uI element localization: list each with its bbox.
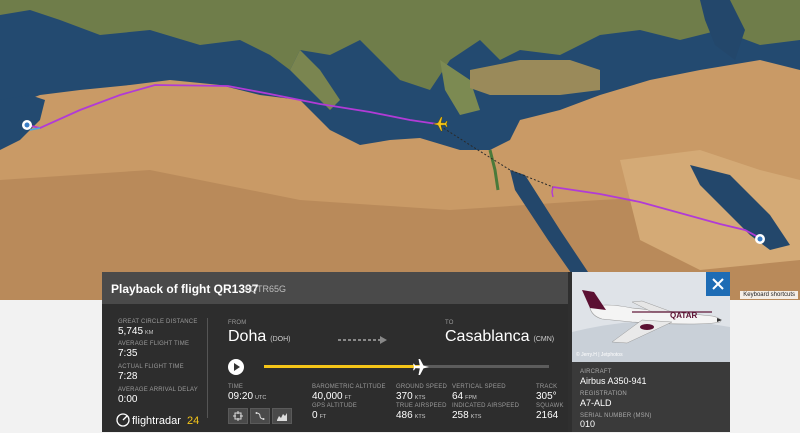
great-circle-value: 5,745 KM	[118, 326, 154, 337]
route-arrow-icon	[338, 336, 387, 344]
playback-panel: Playback of flight QR1397 / QTR65G GREAT…	[102, 272, 730, 432]
true-airspeed-value: 486 KTS	[396, 410, 426, 421]
flight-map[interactable]: Keyboard shortcuts	[0, 0, 800, 300]
playback-timeline[interactable]	[264, 359, 549, 375]
origin-airport-marker[interactable]	[755, 234, 765, 244]
flight-title: Playback of flight QR1397	[111, 282, 259, 296]
logo-text: flightradar	[132, 415, 181, 427]
actual-flight-time-label: ACTUAL FLIGHT TIME	[118, 364, 184, 370]
avg-arrival-delay-value: 0:00	[118, 394, 138, 405]
baro-altitude-label: BAROMETRIC ALTITUDE	[312, 384, 386, 390]
indicated-airspeed-label: INDICATED AIRSPEED	[452, 403, 520, 409]
avg-flight-time-value: 7:35	[118, 348, 138, 359]
squawk-label: SQUAWK	[536, 403, 564, 409]
from-label: FROM	[228, 320, 247, 326]
route-icon	[255, 412, 265, 420]
indicated-airspeed-value: 258 KTS	[452, 410, 482, 421]
baro-altitude-value: 40,000 FT	[312, 391, 352, 402]
close-icon	[712, 278, 724, 290]
panel-body: GREAT CIRCLE DISTANCE 5,745 KM AVERAGE FL…	[102, 304, 568, 432]
time-label: TIME	[228, 384, 244, 390]
squawk-value: 2164	[536, 410, 559, 421]
destination-city[interactable]: Casablanca (CMN)	[445, 328, 554, 346]
panel-header: Playback of flight QR1397 / QTR65G	[102, 272, 568, 304]
logo-number: 24	[187, 415, 199, 427]
ground-speed-value: 370 KTS	[396, 391, 426, 402]
callsign: / QTR65G	[245, 284, 287, 294]
vertical-speed-value: 64 FPM	[452, 391, 477, 402]
gps-altitude-label: GPS ALTITUDE	[312, 403, 357, 409]
aircraft-type-label: AIRCRAFT	[580, 369, 612, 375]
column-divider	[207, 318, 208, 418]
aircraft-type-value: Airbus A350-941	[580, 376, 647, 386]
track-label: TRACK	[536, 384, 558, 390]
playback-progress	[264, 365, 421, 368]
route-toggle-button[interactable]	[250, 408, 270, 424]
to-label: TO	[445, 320, 454, 326]
photo-credit: © Jerry.H | Jetphotos	[576, 352, 623, 358]
registration-value[interactable]: A7-ALD	[580, 398, 612, 408]
gps-altitude-value: 0 FT	[312, 410, 327, 421]
origin-city[interactable]: Doha (DOH)	[228, 328, 290, 346]
actual-flight-time-value: 7:28	[118, 371, 138, 382]
aircraft-panel: QATAR © Jerry.H | Jetphotos AIRCRAFT Air…	[572, 272, 730, 432]
timeline-plane-handle[interactable]	[411, 357, 431, 377]
graph-icon	[277, 413, 287, 421]
altitude-graph-button[interactable]	[272, 408, 292, 424]
avg-flight-time-label: AVERAGE FLIGHT TIME	[118, 341, 190, 347]
ground-speed-label: GROUND SPEED	[396, 384, 448, 390]
keyboard-shortcuts-link[interactable]: Keyboard shortcuts	[740, 291, 798, 299]
true-airspeed-label: TRUE AIRSPEED	[396, 403, 447, 409]
time-value: 09:20 UTC	[228, 391, 267, 402]
close-button[interactable]	[706, 272, 730, 296]
registration-label: REGISTRATION	[580, 391, 627, 397]
crosshair-icon	[233, 411, 243, 421]
avg-arrival-delay-label: AVERAGE ARRIVAL DELAY	[118, 387, 199, 393]
serial-number-value: 010	[580, 419, 596, 429]
play-button[interactable]	[228, 359, 244, 375]
map-canvas[interactable]	[0, 0, 800, 300]
destination-airport-marker[interactable]	[22, 120, 32, 130]
center-map-button[interactable]	[228, 408, 248, 424]
great-circle-label: GREAT CIRCLE DISTANCE	[118, 319, 198, 325]
vertical-speed-label: VERTICAL SPEED	[452, 384, 506, 390]
track-value: 305°	[536, 391, 557, 402]
flightradar24-logo[interactable]: flightradar 24	[116, 412, 206, 427]
